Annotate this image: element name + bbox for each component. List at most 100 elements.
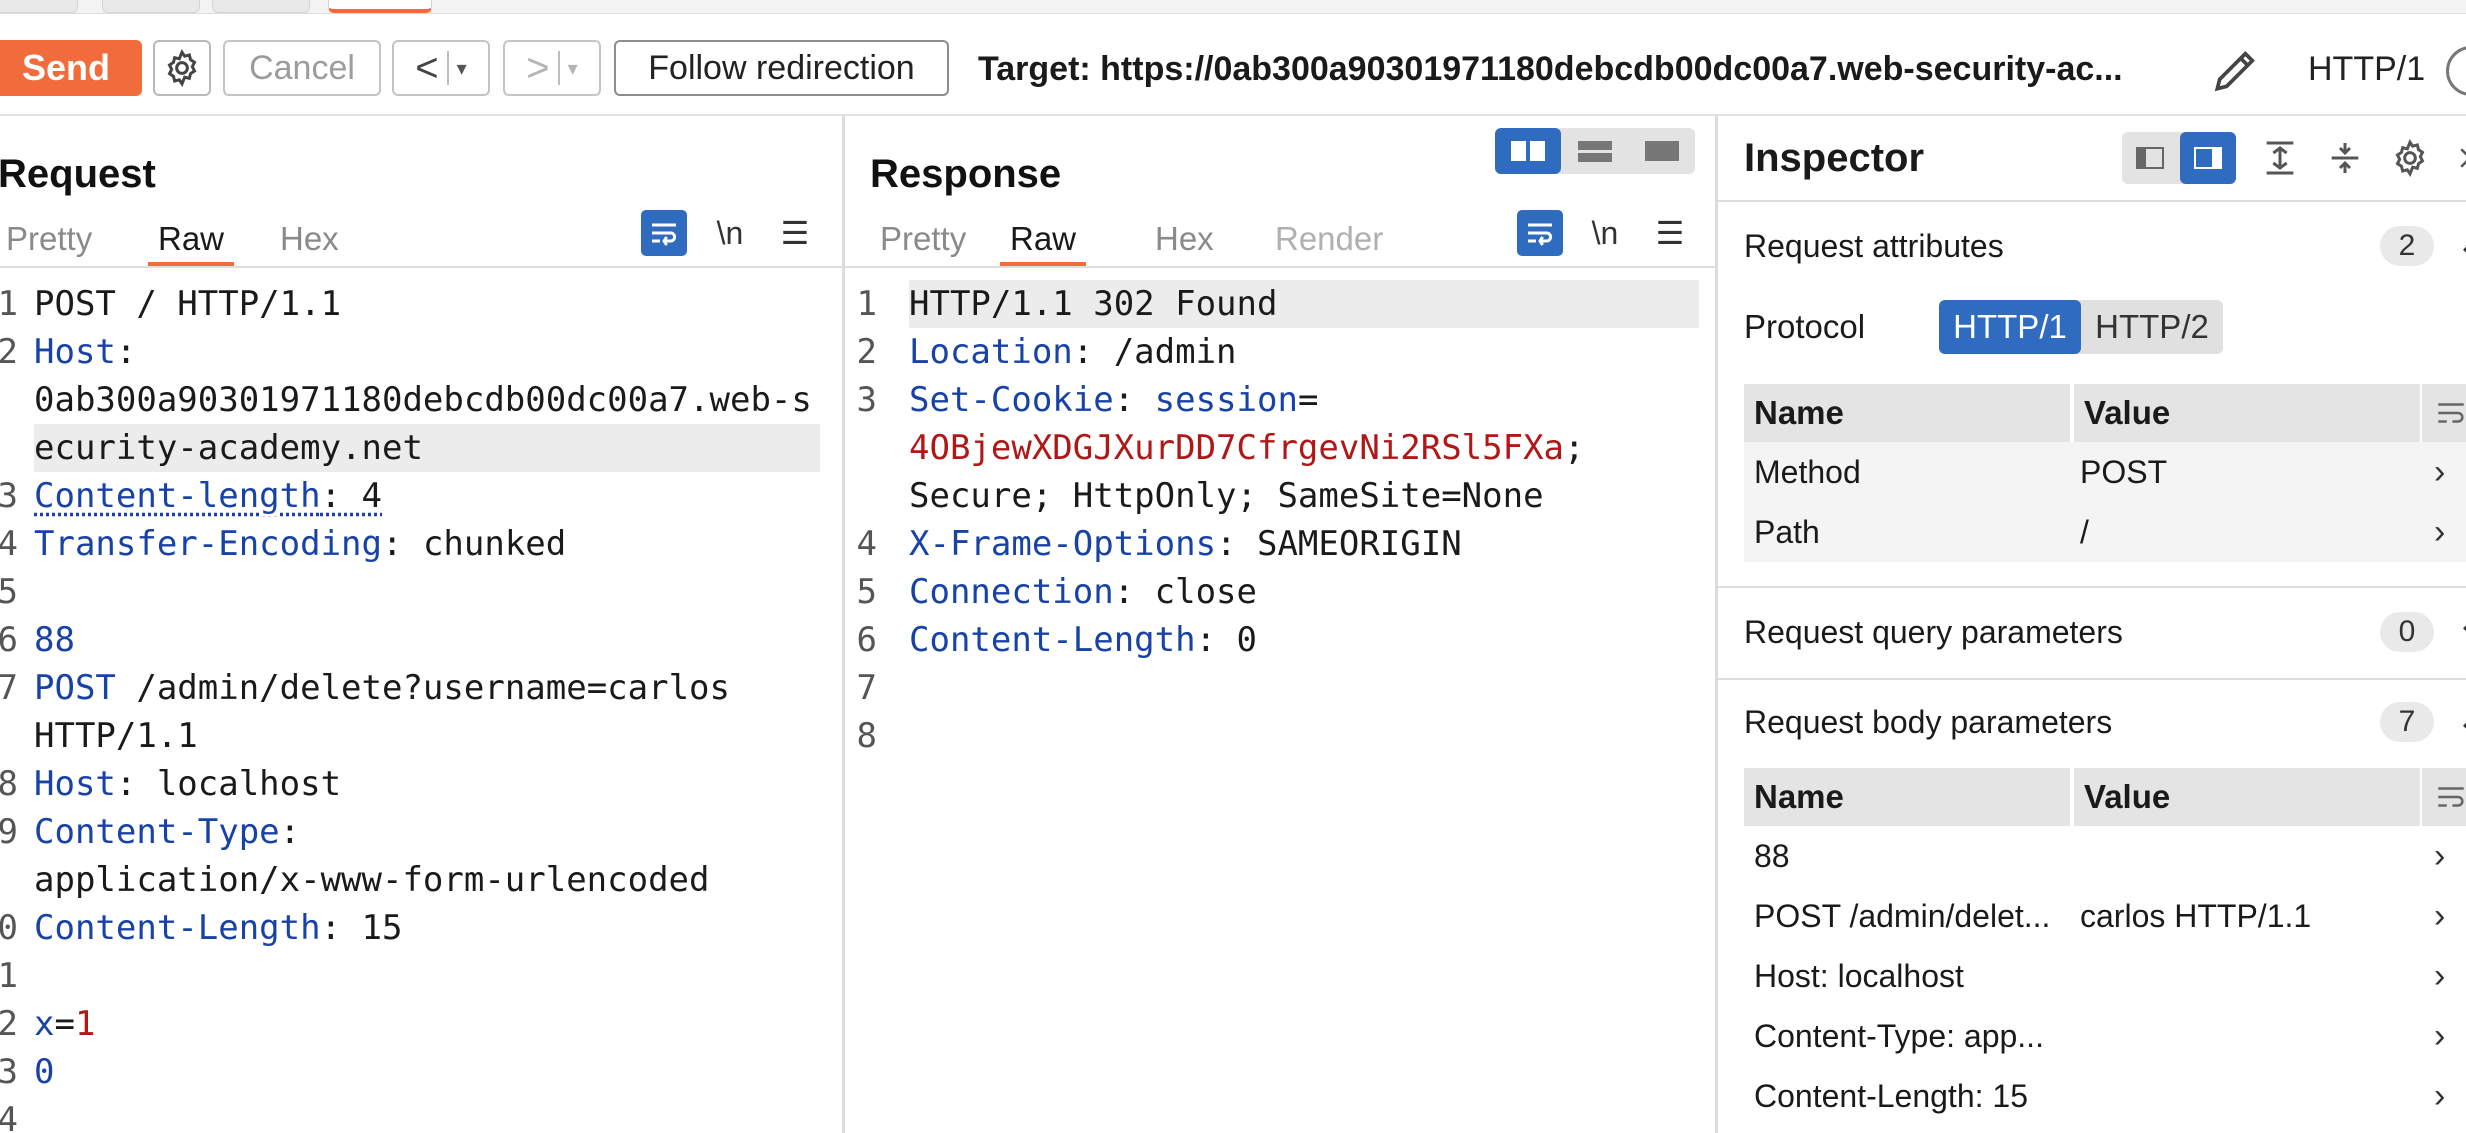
back-dropdown-icon[interactable]: ▾ [457,56,467,81]
chevron-right-icon[interactable]: › [2434,1066,2445,1126]
protocol-label[interactable]: HTTP/1 [2308,44,2425,94]
code-line[interactable]: POST / HTTP/1.1 [34,280,341,328]
code-line[interactable]: Content-Length: 15 [34,904,402,952]
tab-render[interactable]: Render [1275,216,1383,266]
code-line[interactable]: application/x-www-form-urlencoded [34,856,710,904]
chevron-up-icon[interactable] [2456,226,2466,266]
follow-redirection-button[interactable]: Follow redirection [614,40,949,96]
code-line[interactable]: ecurity-academy.net [34,424,820,472]
tab-hex[interactable]: Hex [1155,216,1214,266]
close-icon[interactable] [2444,132,2466,184]
back-button[interactable]: < ▾ [392,40,490,96]
code-line[interactable]: Connection: close [909,568,1257,616]
code-line[interactable]: Host: localhost [34,760,341,808]
protocol-http1[interactable]: HTTP/1 [1939,300,2081,354]
chevron-right-icon[interactable]: › [2434,886,2445,946]
code-line[interactable]: Set-Cookie: session= [909,376,1318,424]
code-token: POST / HTTP/1.1 [34,284,342,324]
code-line[interactable]: 0 [34,1048,54,1096]
wrap-lines-icon[interactable] [641,210,687,256]
code-token: : 0 [1195,620,1257,660]
chevron-right-icon[interactable]: › [2434,502,2445,562]
repeater-tab-active[interactable] [328,0,432,13]
tab-pretty[interactable]: Pretty [880,216,966,266]
row-name: 88 [1754,838,1790,874]
table-row[interactable]: 88 › [1744,826,2466,886]
forward-dropdown-icon[interactable]: ▾ [568,56,578,81]
code-line[interactable]: 0ab300a90301971180debcdb00dc00a7.web-s [34,376,812,424]
code-line[interactable]: 4OBjewXDGJXurDD7CfrgevNi2RSl5FXa; [909,424,1585,472]
wrap-lines-icon[interactable] [1517,210,1563,256]
section-label: Request body parameters [1744,704,2113,740]
line-number: 2 [856,332,877,372]
code-token: : 15 [320,908,403,948]
wrap-column-icon[interactable] [2422,768,2466,826]
pencil-icon[interactable] [2208,42,2264,98]
code-line[interactable]: Content-Type: [34,808,300,856]
repeater-tab[interactable] [102,0,200,13]
menu-icon[interactable]: ☰ [1647,210,1693,256]
chevron-right-icon[interactable]: › [2434,442,2445,502]
collapse-all-icon[interactable] [2319,132,2371,184]
send-button[interactable]: Send [0,40,142,96]
section-body-parameters[interactable]: Request body parameters 7 [1744,692,2466,752]
code-line[interactable]: 88 [34,616,75,664]
section-request-attributes[interactable]: Request attributes 2 [1744,216,2466,276]
tab-raw[interactable]: Raw [148,216,235,266]
column-header: Name [1744,768,2072,826]
code-line[interactable]: HTTP/1.1 302 Found [909,280,1699,328]
protocol-http2[interactable]: HTTP/2 [2081,300,2223,354]
repeater-tab[interactable] [212,0,310,13]
chevron-up-icon[interactable] [2456,702,2466,742]
split-rows-icon[interactable] [1562,128,1628,174]
code-token: HTTP/1.1 [34,716,198,756]
code-line[interactable]: HTTP/1.1 [34,712,198,760]
chevron-right-icon[interactable]: › [2434,826,2445,886]
code-line[interactable]: X-Frame-Options: SAMEORIGIN [909,520,1462,568]
code-line[interactable]: Transfer-Encoding: chunked [34,520,566,568]
code-line[interactable]: Secure; HttpOnly; SameSite=None [909,472,1544,520]
code-line[interactable]: Content-length: 4 [34,472,382,520]
count-badge: 2 [2380,226,2434,266]
code-line[interactable]: Location: /admin [909,328,1237,376]
gear-icon[interactable] [153,40,211,96]
dock-right-icon[interactable] [2180,132,2236,184]
tab-hex[interactable]: Hex [280,216,339,266]
table-row[interactable]: Content-Length: 15 › [1744,1066,2466,1126]
table-row[interactable]: Method POST › [1744,442,2466,502]
help-icon[interactable] [2446,46,2466,96]
inspector-settings-icon[interactable] [2384,132,2436,184]
code-token: x [34,1004,55,1044]
split-columns-icon[interactable] [1495,128,1561,174]
code-line[interactable]: POST /admin/delete?username=carlos [34,664,730,712]
menu-icon[interactable]: ☰ [772,210,818,256]
single-view-icon[interactable] [1629,128,1695,174]
tab-raw[interactable]: Raw [1000,216,1087,266]
expand-all-icon[interactable] [2254,132,2306,184]
chevron-right-icon[interactable]: › [2434,1006,2445,1066]
cancel-button[interactable]: Cancel [223,40,381,96]
repeater-tab[interactable] [0,0,78,13]
request-editor[interactable]: 1 2 3 4 5 6 7 8 9 0 1 2 3 4 POST / HTTP/1.1 Host: 0ab300… [0,270,842,1133]
line-number: 5 [856,572,877,612]
table-row[interactable]: Host: localhost › [1744,946,2466,1006]
table-row[interactable]: Path / › [1744,502,2466,562]
code-line[interactable]: Content-Length: 0 [909,616,1257,664]
wrap-column-icon[interactable] [2422,384,2466,442]
line-number: 2 [0,1004,18,1044]
chevron-right-icon[interactable]: › [2434,946,2445,1006]
forward-button[interactable]: > ▾ [503,40,601,96]
chevron-down-icon[interactable] [2456,612,2466,652]
newline-icon[interactable]: \n [1582,210,1628,256]
tab-pretty[interactable]: Pretty [6,216,92,266]
section-query-parameters[interactable]: Request query parameters 0 [1744,602,2466,662]
dock-left-icon[interactable] [2122,132,2178,184]
code-token: ; [1564,428,1585,468]
table-row[interactable]: Content-Type: app... › [1744,1006,2466,1066]
code-line[interactable]: x=1 [34,1000,95,1048]
inspector-panel: Inspector Request attributes 2 Protocol … [1718,116,2466,1133]
newline-icon[interactable]: \n [707,210,753,256]
response-editor[interactable]: 1 2 3 4 5 6 7 8 HTTP/1.1 302 Found Location: /adm… [845,270,1715,1133]
code-line[interactable]: Host: [34,328,136,376]
table-row[interactable]: POST /admin/delet... carlos HTTP/1.1 › [1744,886,2466,946]
